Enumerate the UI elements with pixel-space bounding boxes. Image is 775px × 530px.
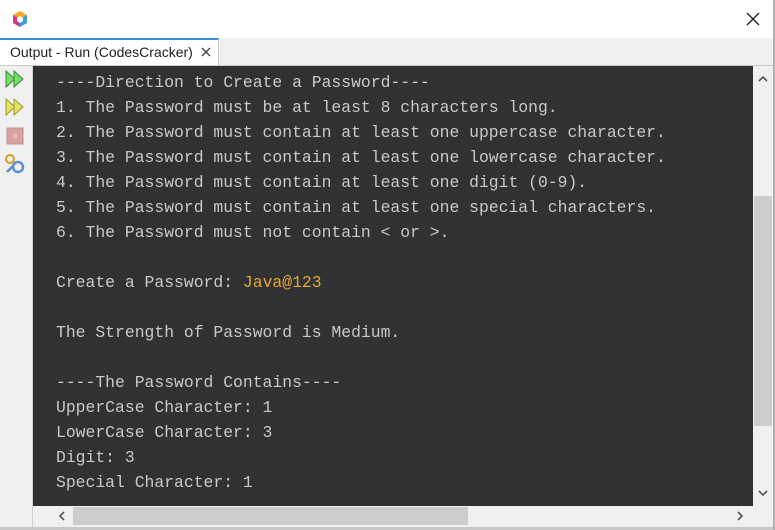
password-input: Java@123: [242, 273, 322, 292]
tab-output-run[interactable]: Output - Run (CodesCracker): [0, 38, 219, 65]
horizontal-scrollbar[interactable]: [33, 506, 753, 526]
console-line: 6. The Password must not contain < or >.: [56, 223, 450, 242]
console-line: ----The Password Contains----: [56, 373, 342, 392]
settings-icon[interactable]: [4, 153, 26, 175]
special-count: Special Character: 1: [56, 473, 253, 492]
console-line: 3. The Password must contain at least on…: [56, 148, 666, 167]
rerun-with-options-icon[interactable]: [4, 96, 26, 118]
tab-bar: Output - Run (CodesCracker): [0, 38, 775, 66]
stop-icon[interactable]: [4, 125, 26, 147]
digit-count: Digit: 3: [56, 448, 135, 467]
console-text: ----Direction to Create a Password---- 1.…: [56, 70, 666, 495]
close-window-button[interactable]: [740, 6, 766, 32]
vertical-scrollbar[interactable]: [753, 66, 773, 506]
console-line: 4. The Password must contain at least on…: [56, 173, 588, 192]
close-icon[interactable]: [200, 46, 212, 58]
console-line: 5. The Password must contain at least on…: [56, 198, 656, 217]
vertical-scroll-thumb[interactable]: [754, 196, 772, 426]
password-prompt-line: Create a Password: Java@123: [56, 270, 666, 295]
console-line: 1. The Password must be at least 8 chara…: [56, 98, 558, 117]
netbeans-logo-icon: [13, 11, 27, 27]
tab-label: Output - Run (CodesCracker): [10, 44, 193, 60]
output-toolbar: [0, 66, 33, 530]
lowercase-count: LowerCase Character: 3: [56, 423, 273, 442]
console-line: ----Direction to Create a Password----: [56, 73, 430, 92]
horizontal-scroll-thumb[interactable]: [73, 507, 468, 525]
chevron-down-icon[interactable]: [756, 486, 770, 500]
uppercase-count: UpperCase Character: 1: [56, 398, 273, 417]
password-prompt: Create a Password:: [56, 273, 243, 292]
output-console[interactable]: ----Direction to Create a Password---- 1.…: [33, 66, 753, 506]
strength-result: The Strength of Password is Medium.: [56, 323, 401, 342]
rerun-icon[interactable]: [4, 68, 26, 90]
chevron-right-icon[interactable]: [733, 509, 747, 523]
window-titlebar: [0, 0, 775, 39]
chevron-left-icon[interactable]: [55, 509, 69, 523]
console-line: 2. The Password must contain at least on…: [56, 123, 666, 142]
chevron-up-icon[interactable]: [756, 72, 770, 86]
